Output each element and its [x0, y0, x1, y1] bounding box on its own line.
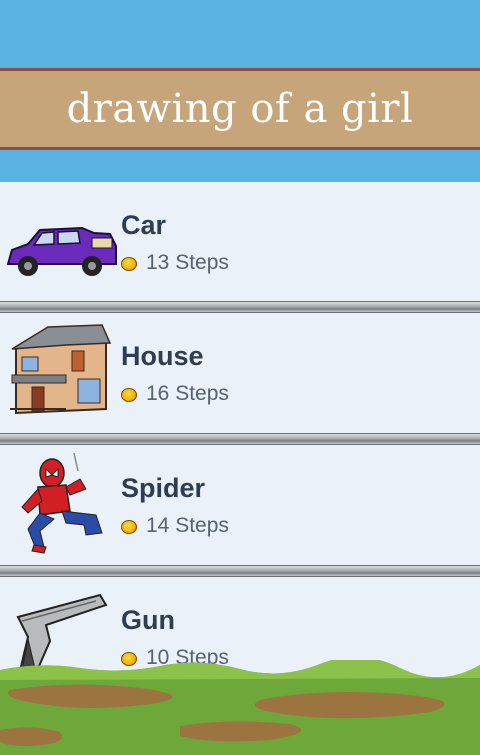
grass-ground — [0, 660, 480, 755]
coin-icon — [121, 520, 137, 534]
list-item-spider[interactable]: Spider 14 Steps — [0, 445, 480, 565]
sky-band — [0, 150, 480, 182]
page-title: drawing of a girl — [66, 86, 414, 132]
list-item-house[interactable]: House 16 Steps — [0, 313, 480, 433]
title-banner: drawing of a girl — [0, 68, 480, 150]
spiderman-icon — [21, 452, 103, 554]
item-steps: 13 Steps — [146, 251, 229, 274]
item-title: Gun — [121, 605, 175, 635]
divider — [0, 565, 480, 577]
item-steps: 14 Steps — [146, 514, 229, 537]
coin-icon — [121, 388, 137, 402]
item-title: Spider — [121, 473, 206, 503]
divider — [0, 433, 480, 445]
item-title: Car — [121, 210, 167, 240]
coin-icon — [121, 257, 137, 271]
car-icon — [6, 226, 117, 276]
house-icon — [10, 324, 112, 415]
list-item-car[interactable]: Car 13 Steps — [0, 182, 480, 302]
item-title: House — [121, 341, 204, 371]
divider — [0, 301, 480, 313]
sky-background — [0, 0, 480, 68]
item-steps: 16 Steps — [146, 382, 229, 405]
